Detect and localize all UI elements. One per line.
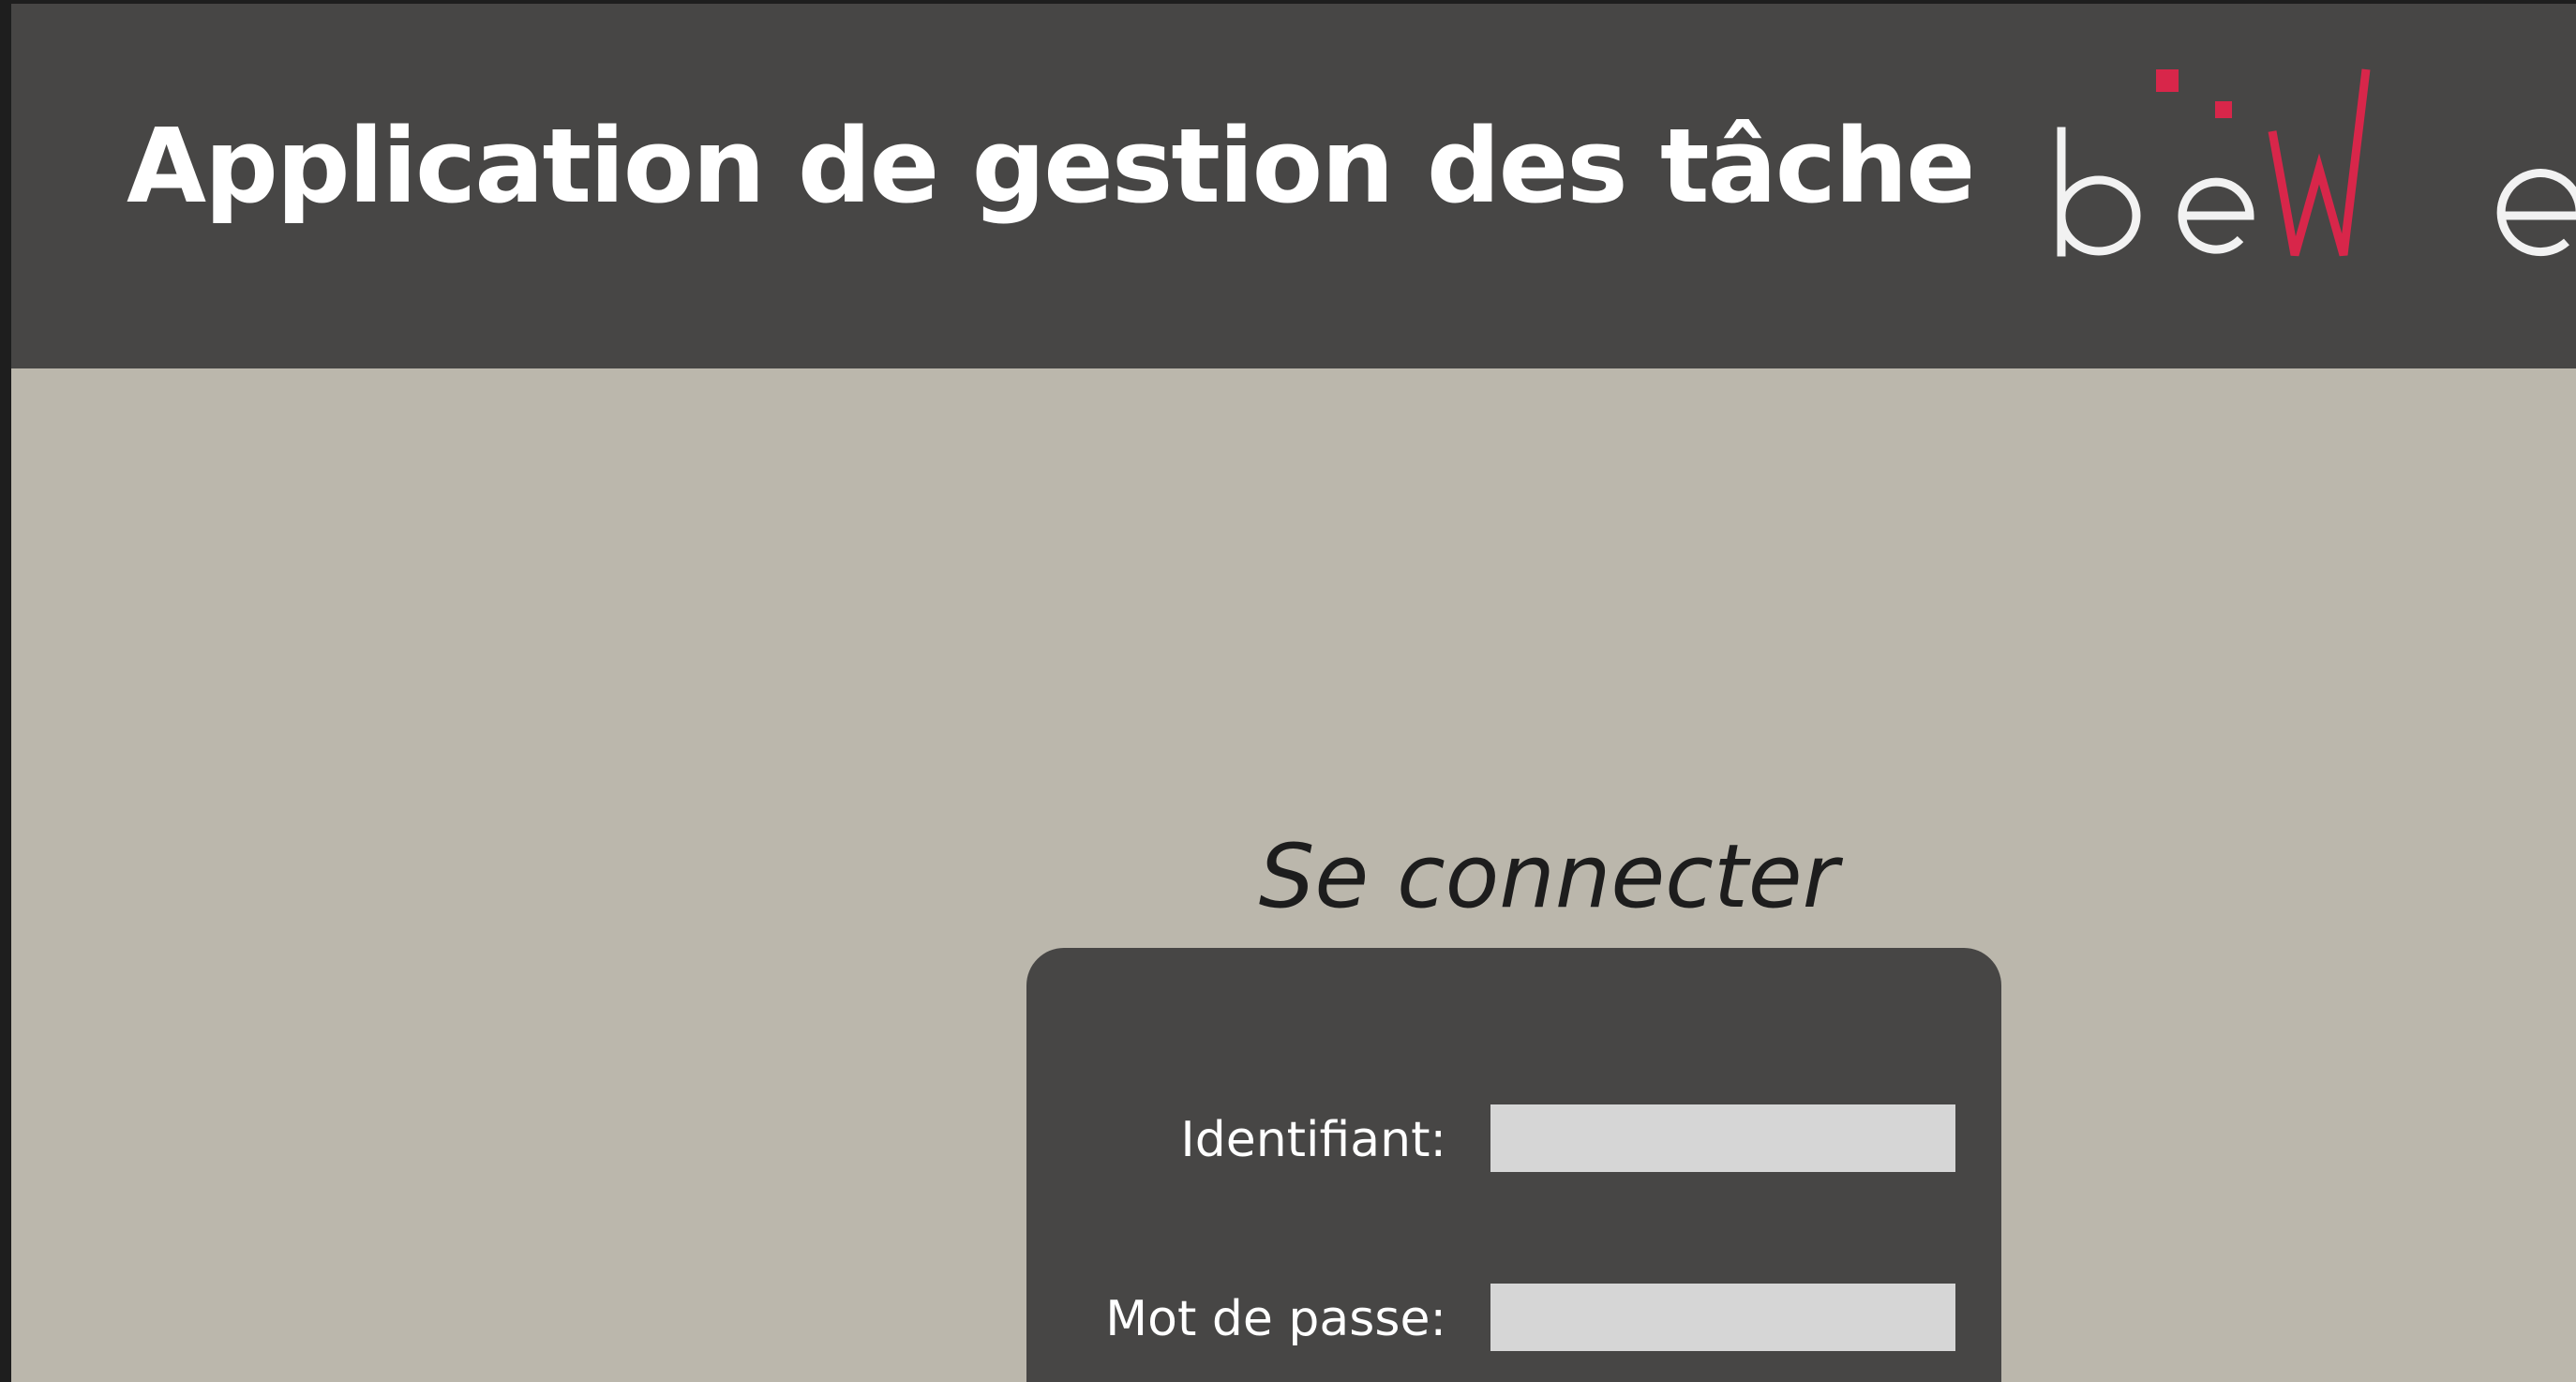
password-input[interactable]	[1490, 1284, 1955, 1351]
company-logo: beWe	[1970, 41, 2576, 285]
login-heading: Se connecter	[1258, 826, 1839, 928]
username-input[interactable]	[1490, 1104, 1955, 1172]
password-label: Mot de passe:	[1105, 1291, 1446, 1347]
bewe-logo-icon	[2057, 68, 2576, 257]
app-title: Application de gestion des tâches	[127, 106, 2035, 226]
app-header: Application de gestion des tâches beWe	[11, 4, 2576, 368]
login-form: Identifiant: Mot de passe:	[1026, 948, 2001, 1382]
app-window: Application de gestion des tâches beWe	[11, 4, 2576, 1382]
username-label: Identifiant:	[1180, 1112, 1446, 1168]
